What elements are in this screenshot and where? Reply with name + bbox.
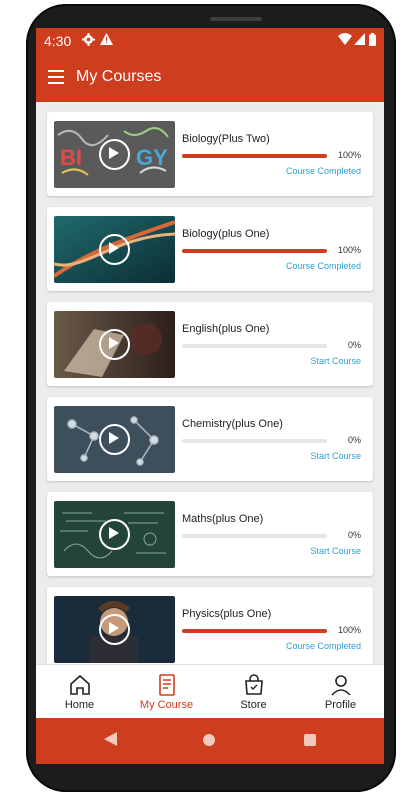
play-icon[interactable] bbox=[99, 424, 130, 455]
play-icon[interactable] bbox=[99, 139, 130, 170]
wifi-icon bbox=[338, 33, 352, 48]
nav-profile[interactable]: Profile bbox=[297, 665, 384, 719]
play-icon[interactable] bbox=[99, 614, 130, 645]
home-button-icon[interactable] bbox=[203, 734, 215, 746]
progress-bar bbox=[182, 629, 327, 633]
play-icon[interactable] bbox=[99, 329, 130, 360]
status-time: 4:30 bbox=[44, 33, 72, 49]
course-title: Chemistry(plus One) bbox=[182, 418, 283, 430]
menu-icon[interactable] bbox=[48, 70, 64, 84]
status-bar: 4:30 bbox=[36, 28, 384, 54]
progress-percent: 100% bbox=[337, 245, 361, 255]
progress-bar bbox=[182, 534, 327, 538]
svg-text:BI: BI bbox=[60, 145, 82, 170]
back-icon[interactable] bbox=[104, 732, 117, 751]
course-card[interactable]: Maths(plus One) 0% Start Course bbox=[47, 492, 373, 576]
profile-icon bbox=[330, 674, 352, 696]
course-thumbnail[interactable] bbox=[54, 311, 175, 378]
course-status-link[interactable]: Start Course bbox=[310, 356, 361, 366]
course-status-link[interactable]: Start Course bbox=[310, 546, 361, 556]
progress-percent: 100% bbox=[337, 625, 361, 635]
course-card[interactable]: Physics(plus One) 100% Course Completed bbox=[47, 587, 373, 664]
nav-my-course[interactable]: My Course bbox=[123, 665, 210, 719]
course-title: Physics(plus One) bbox=[182, 608, 272, 620]
svg-text:GY: GY bbox=[136, 145, 168, 170]
course-thumbnail[interactable]: BI GY bbox=[54, 121, 175, 188]
course-thumbnail[interactable] bbox=[54, 501, 175, 568]
play-icon[interactable] bbox=[99, 234, 130, 265]
store-icon bbox=[243, 674, 265, 696]
page-title: My Courses bbox=[76, 68, 162, 85]
progress-bar bbox=[182, 344, 327, 348]
course-status-link[interactable]: Course Completed bbox=[286, 166, 361, 176]
nav-store-label: Store bbox=[240, 699, 267, 711]
bottom-nav: Home My Course Store Profile bbox=[36, 664, 384, 719]
course-title: Biology(plus One) bbox=[182, 228, 270, 240]
progress-bar bbox=[182, 154, 327, 158]
progress-percent: 0% bbox=[347, 340, 361, 350]
system-nav-bar bbox=[36, 718, 384, 764]
course-icon bbox=[156, 674, 178, 696]
progress-percent: 100% bbox=[337, 150, 361, 160]
signal-icon bbox=[354, 33, 365, 48]
course-card[interactable]: Chemistry(plus One) 0% Start Course bbox=[47, 397, 373, 481]
phone-speaker bbox=[210, 17, 262, 21]
course-thumbnail[interactable] bbox=[54, 216, 175, 283]
nav-my-course-label: My Course bbox=[139, 699, 194, 711]
progress-bar bbox=[182, 439, 327, 443]
app-toolbar: My Courses bbox=[36, 54, 384, 102]
nav-home[interactable]: Home bbox=[36, 665, 123, 719]
settings-icon bbox=[82, 33, 95, 49]
nav-profile-label: Profile bbox=[324, 699, 357, 711]
course-card[interactable]: BI GY Biology(Plus Two) 100% Course Comp… bbox=[47, 112, 373, 196]
app-screen: 4:30 My Courses BI GY Biology(Plus Two) … bbox=[36, 28, 384, 764]
recent-apps-icon[interactable] bbox=[304, 734, 316, 746]
home-icon bbox=[69, 674, 91, 696]
course-thumbnail[interactable] bbox=[54, 406, 175, 473]
course-thumbnail[interactable] bbox=[54, 596, 175, 663]
course-status-link[interactable]: Course Completed bbox=[286, 261, 361, 271]
play-icon[interactable] bbox=[99, 519, 130, 550]
course-card[interactable]: English(plus One) 0% Start Course bbox=[47, 302, 373, 386]
course-title: Biology(Plus Two) bbox=[182, 133, 270, 145]
warning-icon bbox=[100, 33, 113, 48]
battery-icon bbox=[369, 33, 376, 49]
progress-percent: 0% bbox=[347, 530, 361, 540]
progress-bar bbox=[182, 249, 327, 253]
nav-store[interactable]: Store bbox=[210, 665, 297, 719]
course-title: English(plus One) bbox=[182, 323, 270, 335]
course-status-link[interactable]: Course Completed bbox=[286, 641, 361, 651]
course-title: Maths(plus One) bbox=[182, 513, 264, 525]
course-list[interactable]: BI GY Biology(Plus Two) 100% Course Comp… bbox=[36, 102, 384, 664]
course-card[interactable]: Biology(plus One) 100% Course Completed bbox=[47, 207, 373, 291]
course-status-link[interactable]: Start Course bbox=[310, 451, 361, 461]
nav-home-label: Home bbox=[64, 699, 95, 711]
progress-percent: 0% bbox=[347, 435, 361, 445]
